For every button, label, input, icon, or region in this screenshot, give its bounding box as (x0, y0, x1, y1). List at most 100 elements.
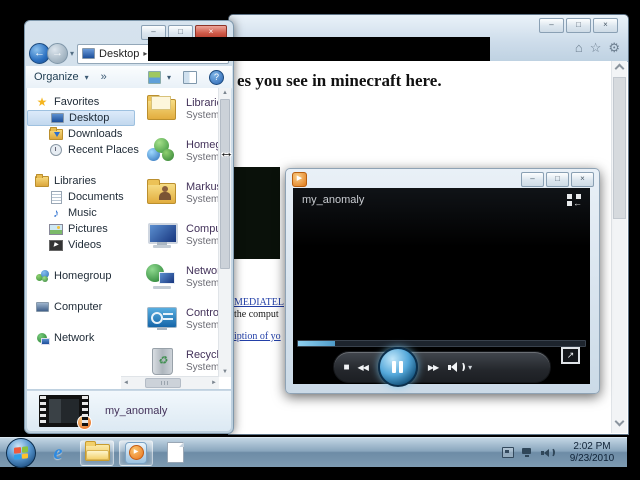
file-item-recycle-bin[interactable]: ♻ Recycle System F (145, 340, 223, 377)
breadcrumb-arrow-icon[interactable]: ▸ (143, 49, 147, 58)
media-play-badge-icon: ▶ (77, 415, 92, 430)
maximize-button[interactable]: □ (546, 172, 569, 187)
views-dropdown-icon[interactable]: ▾ (167, 73, 171, 82)
start-button[interactable] (6, 438, 36, 468)
sidebar-group-label: Network (54, 332, 94, 344)
windows-logo-icon (14, 446, 28, 459)
sidebar-group-label: Favorites (54, 96, 99, 108)
scroll-up-icon[interactable] (615, 64, 625, 74)
computer-icon (35, 301, 49, 314)
scroll-left-icon[interactable]: ◄ (121, 380, 131, 386)
sidebar-item-videos[interactable]: ▶ Videos (27, 237, 145, 253)
libraries-folder-icon (35, 175, 49, 188)
taskbar-item-internet-explorer[interactable]: e (41, 440, 75, 466)
organize-button[interactable]: Organize (34, 71, 79, 83)
switch-to-library-icon[interactable]: ← (567, 194, 581, 206)
downloads-folder-icon (49, 128, 63, 141)
sidebar-item-documents[interactable]: Documents (27, 189, 145, 205)
close-button[interactable]: × (571, 172, 594, 187)
hardware-icon[interactable] (502, 447, 514, 458)
file-item-homegroup[interactable]: Homegro System F (145, 130, 223, 172)
sidebar-item-pictures[interactable]: Pictures (27, 221, 145, 237)
internet-explorer-icon: e (54, 443, 63, 463)
network-status-icon[interactable] (522, 448, 533, 458)
folder-icon (85, 444, 110, 461)
pause-button[interactable] (378, 347, 418, 387)
scrollbar-thumb[interactable] (145, 378, 181, 388)
picture-icon (49, 223, 63, 236)
organize-dropdown-icon[interactable]: ▾ (85, 73, 89, 82)
video-area[interactable]: my_anomaly ← ■ ◀◀ ▶▶ ▾ ↗ (293, 188, 590, 384)
taskbar-item-document[interactable] (158, 440, 192, 466)
sidebar-item-downloads[interactable]: Downloads (27, 126, 145, 142)
sidebar-group-libraries[interactable]: Libraries (27, 173, 145, 189)
volume-control[interactable]: ▾ (448, 362, 472, 372)
homegroup-icon (35, 270, 49, 283)
taskbar-item-media-player[interactable]: ▶ (119, 440, 153, 466)
breadcrumb[interactable]: Desktop (99, 48, 139, 60)
mouse-cursor-resize-icon: ↔ (219, 144, 234, 161)
volume-icon[interactable] (541, 448, 555, 457)
restore-button[interactable]: □ (566, 18, 591, 33)
sidebar-item-label: Recent Places (68, 144, 139, 156)
home-icon[interactable]: ⌂ (575, 40, 583, 56)
scrollbar-thumb[interactable] (613, 77, 626, 219)
sidebar-group-homegroup[interactable]: Homegroup (27, 268, 145, 284)
page-link[interactable]: iption of yo (234, 331, 281, 342)
browser-scrollbar[interactable] (611, 61, 627, 433)
recycle-bin-icon: ♻ (145, 346, 179, 376)
browser-toolbar-icons: ⌂ ☆ ⚙ (575, 40, 620, 56)
sidebar-item-label: Downloads (68, 128, 122, 140)
sidebar-item-label: Music (68, 207, 97, 219)
fullscreen-button[interactable]: ↗ (561, 347, 580, 364)
scroll-up-icon[interactable]: ▲ (219, 88, 231, 98)
sidebar-group-favorites[interactable]: ★ Favorites (27, 94, 145, 110)
help-icon[interactable]: ? (209, 70, 224, 85)
desktop: – □ × ⌂ ☆ ⚙ es you see in minecraft here… (0, 0, 640, 480)
fast-forward-button[interactable]: ▶▶ (428, 363, 438, 372)
preview-pane-icon[interactable] (183, 71, 197, 84)
sidebar-group-label: Homegroup (54, 270, 111, 282)
file-item-computer[interactable]: Comput System (145, 214, 223, 256)
video-file-thumbnail[interactable]: ▶ (39, 395, 89, 427)
scroll-down-icon[interactable] (615, 417, 625, 427)
seek-progress (298, 341, 335, 346)
command-bar: Organize ▾ » ▾ ? (26, 66, 232, 89)
rewind-button[interactable]: ◀◀ (358, 363, 368, 372)
network-icon (145, 262, 179, 292)
file-item-user-folder[interactable]: Markus System F (145, 172, 223, 214)
sidebar-item-recent-places[interactable]: Recent Places (27, 142, 145, 158)
now-playing-title: my_anomaly (302, 194, 364, 206)
close-button[interactable]: × (593, 18, 618, 33)
seek-bar[interactable] (297, 340, 586, 347)
history-dropdown-icon[interactable]: ▾ (70, 49, 74, 58)
wmp-logo-icon: ▶ (292, 172, 307, 187)
page-link[interactable]: MEDIATEL (234, 297, 284, 308)
sidebar-group-computer[interactable]: Computer (27, 299, 145, 315)
file-item-control-panel[interactable]: Control System F (145, 298, 223, 340)
horizontal-scrollbar[interactable]: ◄ ► (121, 376, 219, 389)
file-list-scrollbar[interactable]: ▲ ▼ (218, 88, 231, 377)
minimize-button[interactable]: – (539, 18, 564, 33)
scroll-right-icon[interactable]: ► (209, 380, 219, 386)
scroll-down-icon[interactable]: ▼ (219, 367, 231, 377)
overflow-chevron-icon[interactable]: » (101, 71, 107, 83)
file-item-network[interactable]: Network System F (145, 256, 223, 298)
taskbar-clock[interactable]: 2:02 PM 9/23/2010 (563, 441, 621, 465)
sidebar-group-network[interactable]: Network (27, 330, 145, 346)
details-pane: ▶ my_anomaly (27, 390, 231, 431)
scrollbar-thumb[interactable] (220, 99, 230, 269)
sidebar-item-music[interactable]: ♪ Music (27, 205, 145, 221)
favorites-icon[interactable]: ☆ (590, 40, 602, 56)
minimize-button[interactable]: – (521, 172, 544, 187)
forward-button[interactable]: → (47, 43, 68, 64)
views-icon[interactable] (148, 71, 161, 84)
sidebar-item-desktop[interactable]: Desktop (27, 110, 135, 126)
stop-button[interactable]: ■ (344, 362, 350, 373)
volume-dropdown-icon[interactable]: ▾ (468, 363, 472, 372)
file-item-libraries[interactable]: Libraries System F (145, 88, 223, 130)
sidebar-item-label: Videos (68, 239, 101, 251)
settings-gear-icon[interactable]: ⚙ (608, 40, 620, 56)
homegroup-icon (145, 136, 179, 166)
taskbar-item-explorer[interactable] (80, 440, 114, 466)
